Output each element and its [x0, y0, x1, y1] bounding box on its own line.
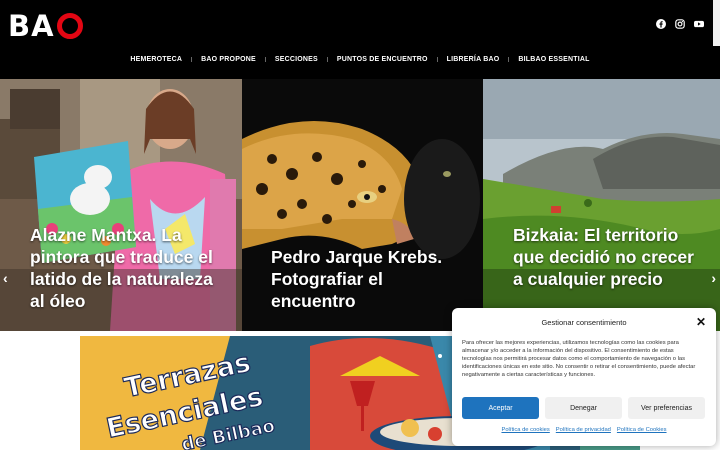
slide-painter[interactable]: Alazne Mantxa. La pintora que traduce el… — [0, 79, 242, 331]
nav-item-bilbao-essential[interactable]: BILBAO ESSENTIAL — [509, 56, 598, 63]
deny-button[interactable]: Denegar — [545, 397, 622, 419]
nav-item-libreria-bao[interactable]: LIBRERÍA BAO — [438, 56, 509, 63]
cookie-title: Gestionar consentimiento — [541, 318, 627, 327]
logo-o-ring — [56, 13, 83, 39]
cookie-body: Para ofrecer las mejores experiencias, u… — [462, 340, 696, 378]
page: BA HEMEROTECA BAO PROPONE SECCIONES PUNT… — [0, 0, 720, 450]
slide-landscape[interactable]: Bizkaia: El territorio que decidió no cr… — [483, 79, 720, 331]
instagram-icon[interactable] — [675, 19, 685, 29]
cookies-policy-link[interactable]: Política de Cookies — [617, 427, 667, 433]
youtube-icon[interactable] — [694, 19, 704, 29]
slide-jaguar[interactable]: Pedro Jarque Krebs. Fotografiar el encue… — [242, 79, 483, 331]
nav-item-bao-propone[interactable]: BAO PROPONE — [192, 56, 265, 63]
cookie-links: Política de cookies Política de privacid… — [452, 427, 716, 433]
nav-item-puntos-de-encuentro[interactable]: PUNTOS DE ENCUENTRO — [328, 56, 437, 63]
nav-item-hemeroteca[interactable]: HEMEROTECA — [121, 56, 191, 63]
preferences-button[interactable]: Ver preferencias — [628, 397, 705, 419]
slider-next-arrow[interactable]: › — [711, 270, 716, 286]
cookie-policy-link[interactable]: Política de cookies — [501, 427, 549, 433]
site-logo[interactable]: BA — [8, 9, 83, 43]
slide-title[interactable]: Pedro Jarque Krebs. Fotografiar el encue… — [271, 246, 471, 312]
privacy-policy-link[interactable]: Política de privacidad — [556, 427, 611, 433]
scrollbar[interactable] — [713, 0, 720, 46]
slider-prev-arrow[interactable]: ‹ — [3, 270, 8, 286]
social-links — [656, 19, 704, 29]
nav-item-secciones[interactable]: SECCIONES — [266, 56, 327, 63]
slide-image-landscape — [483, 79, 720, 331]
accept-button[interactable]: Aceptar — [462, 397, 539, 419]
slide-title[interactable]: Alazne Mantxa. La pintora que traduce el… — [30, 224, 230, 312]
slide-title[interactable]: Bizkaia: El territorio que decidió no cr… — [513, 224, 708, 290]
main-nav: HEMEROTECA BAO PROPONE SECCIONES PUNTOS … — [0, 56, 720, 63]
close-icon[interactable]: ✕ — [696, 315, 706, 329]
featured-slider: Alazne Mantxa. La pintora que traduce el… — [0, 79, 720, 331]
cookie-consent-dialog: Gestionar consentimiento ✕ Para ofrecer … — [452, 308, 716, 446]
logo-text: BA — [8, 9, 55, 43]
facebook-icon[interactable] — [656, 19, 666, 29]
site-header: BA HEMEROTECA BAO PROPONE SECCIONES PUNT… — [0, 0, 720, 79]
